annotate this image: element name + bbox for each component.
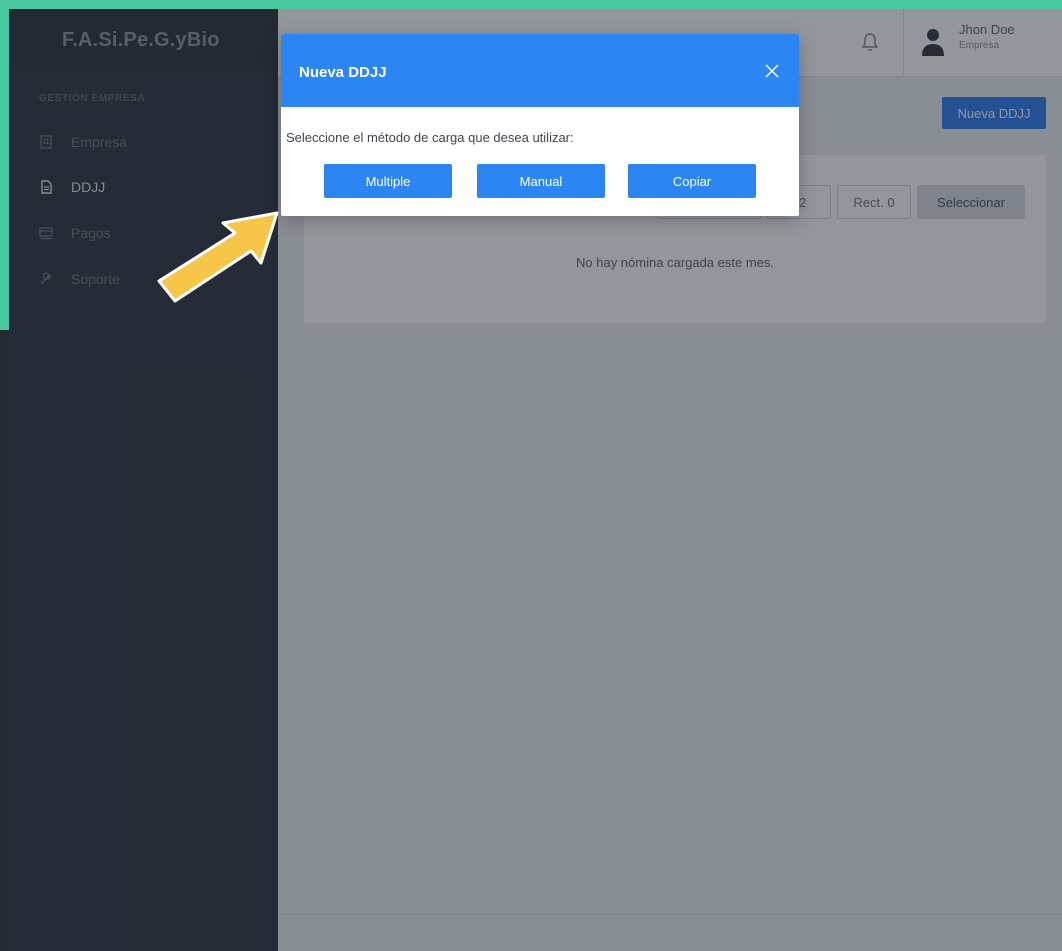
screen-frame: F.A.Si.Pe.G.yBio GESTIÓN EMPRESA Empresa [0, 0, 1062, 951]
modal-title: Nueva DDJJ [299, 64, 387, 81]
modal-header: Nueva DDJJ [281, 34, 799, 107]
app-window: F.A.Si.Pe.G.yBio GESTIÓN EMPRESA Empresa [9, 9, 1062, 951]
pointer-arrow-icon [157, 211, 279, 303]
manual-button[interactable]: Manual [477, 164, 605, 198]
copiar-button[interactable]: Copiar [628, 164, 756, 198]
multiple-button[interactable]: Multiple [324, 164, 452, 198]
modal-prompt: Seleccione el método de carga que desea … [286, 130, 574, 145]
new-ddjj-modal: Nueva DDJJ Seleccione el método de carga… [281, 34, 799, 216]
close-icon[interactable] [763, 62, 781, 80]
